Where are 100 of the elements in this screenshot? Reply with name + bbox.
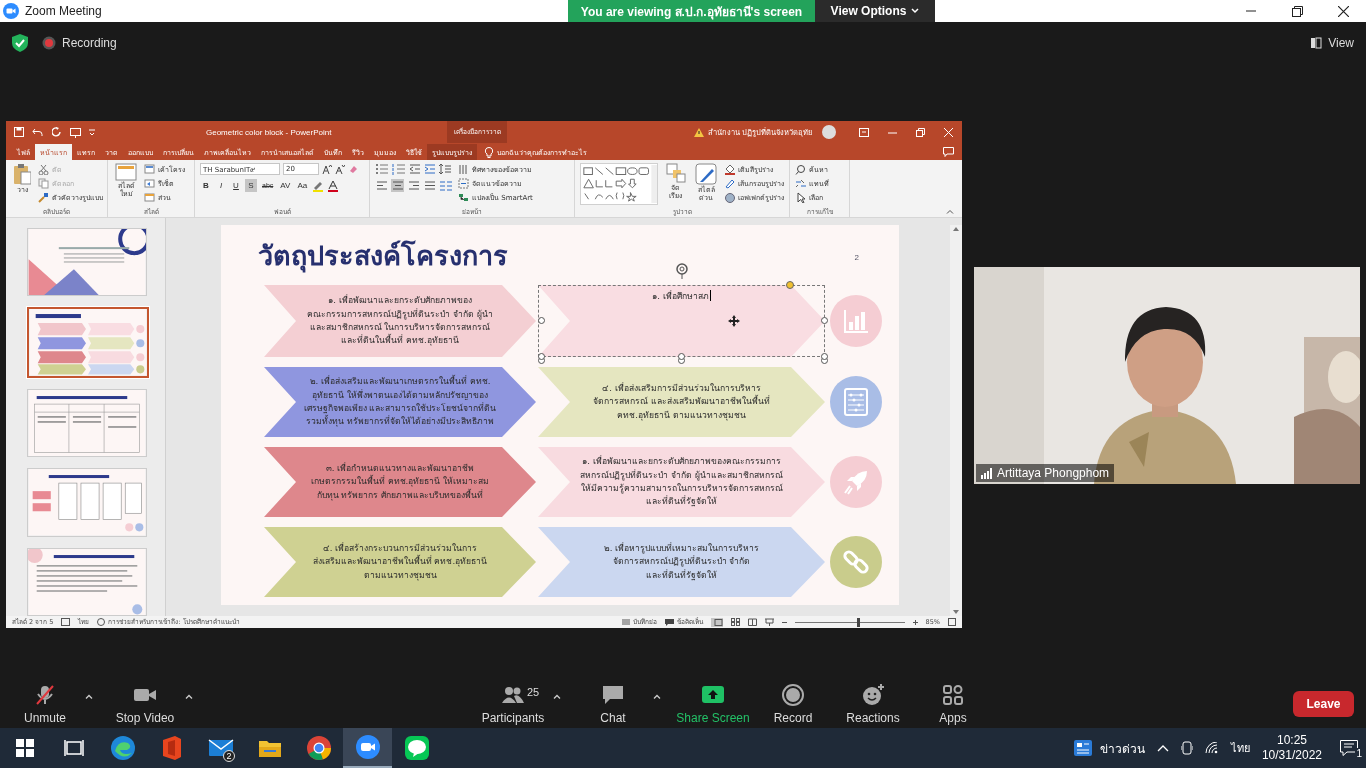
copy-icon: [38, 177, 49, 189]
folder-icon: [257, 738, 282, 758]
toolbar-button[interactable]: Participants 25: [473, 680, 553, 728]
shapes-gallery[interactable]: [580, 163, 659, 205]
comment-icon[interactable]: [943, 146, 954, 157]
align-button[interactable]: [391, 179, 404, 192]
ribbon-display-icon: [859, 127, 869, 137]
accessibility-icon: [97, 618, 106, 626]
leave-button[interactable]: Leave: [1293, 691, 1354, 717]
decrease-indent-icon[interactable]: [409, 163, 421, 175]
rotate-handle-icon[interactable]: [673, 262, 690, 279]
apps-icon: [941, 683, 965, 707]
brush-icon: [38, 191, 49, 203]
adjust-handle[interactable]: [786, 281, 794, 289]
notes-icon: [621, 619, 630, 625]
resize-handle[interactable]: [538, 317, 545, 324]
format-button[interactable]: B: [200, 179, 212, 192]
toolbar-button[interactable]: Share Screen: [673, 680, 753, 728]
chat-bubble-icon: [601, 683, 625, 707]
toolbar-button[interactable]: Chat: [573, 680, 653, 728]
caret-icon: [85, 693, 93, 699]
input-language[interactable]: ไทย: [1230, 739, 1250, 757]
scissors-icon: [38, 163, 49, 175]
zoom-out-icon[interactable]: [781, 619, 787, 625]
view-options-button[interactable]: View Options: [815, 0, 935, 22]
record-icon: [781, 683, 805, 707]
presentation-icon[interactable]: [70, 126, 81, 138]
scroll-up-icon[interactable]: [953, 227, 959, 231]
zoom-in-icon[interactable]: [912, 619, 918, 625]
wifi-icon[interactable]: [1204, 742, 1219, 754]
signal-bars-icon: [981, 467, 993, 479]
slide-thumbnail[interactable]: [27, 547, 147, 617]
slide-thumbnail[interactable]: [27, 307, 149, 378]
participant-count: 25: [527, 686, 540, 698]
slide-thumbnail[interactable]: [27, 468, 147, 537]
toolbar-button[interactable]: Unmute: [5, 680, 85, 728]
slide-thumbnail[interactable]: [27, 388, 147, 458]
rocket-icon: [843, 469, 869, 495]
view-grid-icon: [1310, 37, 1323, 49]
spell-check-icon[interactable]: [61, 618, 71, 626]
format-button[interactable]: U: [230, 179, 242, 192]
highlighter-icon[interactable]: [312, 179, 325, 192]
slideshow-icon[interactable]: [764, 618, 774, 626]
resize-handle[interactable]: [821, 317, 828, 324]
format-button[interactable]: S: [245, 179, 257, 192]
font-color-icon[interactable]: [327, 179, 340, 192]
format-button[interactable]: Aa: [295, 179, 310, 192]
quick-styles-icon: [695, 163, 717, 185]
grow-font-icon[interactable]: [322, 164, 332, 174]
slide-sorter-icon[interactable]: [730, 618, 740, 626]
shield-check-icon[interactable]: [12, 34, 28, 52]
warning-icon: [693, 127, 704, 137]
clock[interactable]: 10:25 10/31/2022: [1261, 733, 1322, 763]
scroll-down-icon[interactable]: [953, 610, 959, 614]
increase-indent-icon[interactable]: [424, 163, 436, 175]
format-button[interactable]: I: [215, 179, 227, 192]
view-button[interactable]: View: [1310, 36, 1354, 50]
news-widget[interactable]: ข่าวด่วน: [1073, 738, 1145, 758]
edge-browser-icon: [109, 735, 136, 761]
toolbar-button[interactable]: Record: [753, 680, 833, 728]
vertical-scrollbar[interactable]: [950, 225, 962, 616]
fit-slide-icon[interactable]: [948, 618, 956, 626]
taskbar-app[interactable]: [343, 728, 392, 768]
avatar[interactable]: [822, 125, 836, 139]
line-spacing-icon[interactable]: [439, 163, 451, 175]
chain-link-icon: [842, 548, 870, 576]
align-button[interactable]: [423, 179, 436, 192]
toolbar-button[interactable]: Reactions: [833, 680, 913, 728]
normal-view-icon[interactable]: [710, 617, 723, 627]
chevron-up-icon[interactable]: [1156, 744, 1169, 752]
close-icon: [1337, 5, 1349, 17]
toolbar-button[interactable]: Stop Video: [105, 680, 185, 728]
format-button[interactable]: AV: [278, 179, 293, 192]
notification-count: 1: [1355, 748, 1363, 759]
bullets-icon[interactable]: [375, 163, 389, 175]
microphone-muted-icon: [33, 683, 57, 707]
customize-menu-icon[interactable]: [89, 128, 95, 136]
reading-view-icon[interactable]: [747, 618, 757, 626]
redo-icon[interactable]: [52, 127, 62, 137]
video-camera-logo-icon: [3, 3, 19, 19]
taskbar-app[interactable]: 2: [196, 728, 245, 768]
align-button[interactable]: [407, 179, 420, 192]
recording-label: Recording: [62, 36, 117, 50]
arrange-icon: [665, 163, 686, 183]
slide-thumbnail[interactable]: [27, 228, 147, 297]
window-title: Zoom Meeting: [25, 4, 102, 18]
save-icon[interactable]: [14, 127, 24, 137]
shrink-font-icon[interactable]: [335, 164, 345, 174]
zoom-slider-thumb[interactable]: [856, 617, 860, 627]
unread-badge: 2: [223, 750, 235, 762]
move-cursor-icon: [728, 315, 740, 327]
undo-icon[interactable]: [32, 127, 44, 137]
align-button[interactable]: [375, 179, 388, 192]
text-direction-icon: [458, 163, 469, 175]
page-number: 2: [854, 253, 859, 262]
smartart-icon: [458, 191, 469, 203]
layout-icon: [144, 163, 155, 175]
chevron-down-icon: [911, 8, 920, 14]
toolbar-button[interactable]: Apps: [913, 680, 993, 728]
device-icon[interactable]: [1180, 741, 1193, 755]
